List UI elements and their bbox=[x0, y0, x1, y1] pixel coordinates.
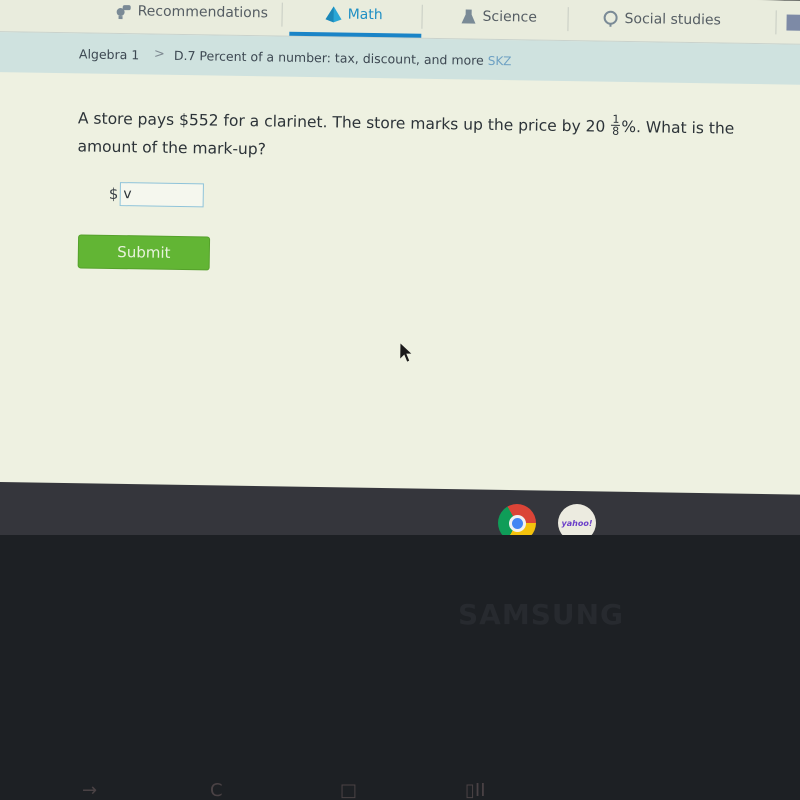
skill-title: D.7 Percent of a number: tax, discount, … bbox=[173, 47, 484, 68]
nav-divider bbox=[775, 10, 777, 35]
nav-tab-science[interactable]: Science bbox=[459, 7, 537, 26]
science-flask-icon bbox=[459, 7, 477, 25]
refresh-key-icon: C bbox=[210, 780, 223, 800]
nav-tab-math[interactable]: Math bbox=[324, 5, 383, 24]
skill-code: SKZ bbox=[487, 53, 512, 69]
nav-tab-label: Recommendations bbox=[137, 3, 269, 22]
fraction-denominator: 8 bbox=[612, 124, 620, 138]
submit-button[interactable]: Submit bbox=[77, 234, 211, 271]
answer-row: $ bbox=[108, 182, 204, 208]
nav-tab-label: Social studies bbox=[624, 10, 722, 29]
breadcrumb-course[interactable]: Algebra 1 bbox=[79, 46, 140, 62]
yahoo-label: yahoo! bbox=[561, 518, 593, 528]
recommendations-icon bbox=[115, 2, 133, 20]
chrome-center bbox=[508, 514, 526, 532]
more-subjects-icon[interactable] bbox=[786, 14, 800, 31]
question-text-before: A store pays $552 for a clarinet. The st… bbox=[77, 109, 606, 136]
math-pyramid-icon bbox=[324, 5, 342, 23]
fullscreen-key-icon: □ bbox=[340, 780, 358, 800]
mouse-cursor-icon bbox=[400, 343, 412, 362]
forward-key-icon: → bbox=[82, 780, 98, 800]
overview-key-icon: ▯II bbox=[465, 780, 486, 800]
answer-input[interactable] bbox=[119, 182, 204, 208]
laptop-bezel bbox=[0, 535, 800, 800]
fraction: 1 8 bbox=[611, 113, 621, 138]
currency-prefix: $ bbox=[108, 184, 119, 204]
nav-tab-label: Math bbox=[347, 6, 383, 24]
nav-tab-label: Science bbox=[482, 8, 538, 26]
device-brand-logo: SAMSUNG bbox=[458, 598, 625, 631]
nav-divider bbox=[281, 2, 283, 27]
nav-tab-social-studies[interactable]: Social studies bbox=[601, 10, 721, 30]
question-text: A store pays $552 for a clarinet. The st… bbox=[77, 104, 798, 171]
breadcrumb-skill: D.7 Percent of a number: tax, discount, … bbox=[174, 48, 512, 68]
nav-tab-recommendations[interactable]: Recommendations bbox=[115, 2, 269, 22]
breadcrumb-separator: > bbox=[153, 46, 166, 62]
photo-stage: Recommendations Math Science Social stud… bbox=[0, 0, 800, 800]
globe-icon bbox=[601, 10, 619, 28]
browser-screen: Recommendations Math Science Social stud… bbox=[0, 0, 800, 501]
nav-divider bbox=[421, 4, 423, 29]
nav-divider bbox=[567, 7, 569, 32]
